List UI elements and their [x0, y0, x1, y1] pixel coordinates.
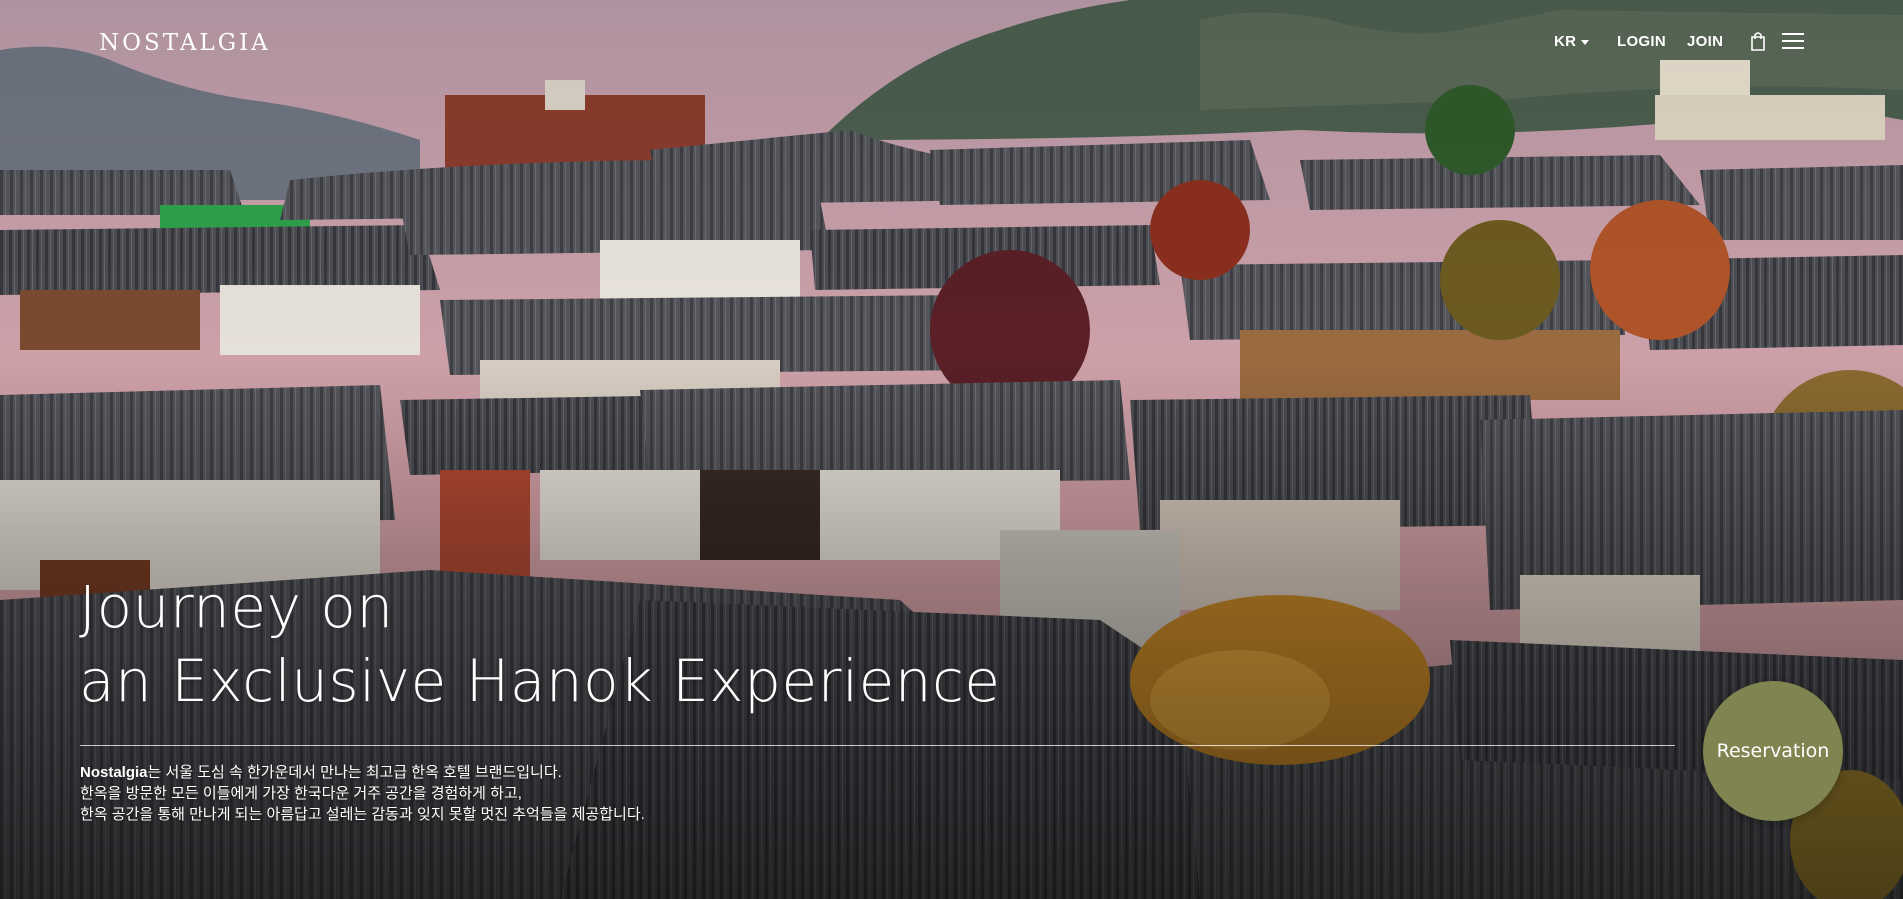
hero-headline: Journey on an Exclusive Hanok Experience: [79, 570, 1001, 718]
hero-divider: [80, 745, 1675, 746]
language-selector[interactable]: KR: [1554, 33, 1590, 50]
desc-line-3: 한옥 공간을 통해 만나게 되는 아름답고 설레는 감동과 잊지 못할 멋진 추…: [80, 806, 645, 823]
caret-down-icon: [1581, 39, 1590, 45]
shopping-bag-icon[interactable]: [1750, 31, 1766, 51]
join-link[interactable]: JOIN: [1687, 33, 1723, 50]
headline-line-2: an Exclusive Hanok Experience: [79, 647, 1001, 715]
desc-line-1: Nostalgia는 서울 도심 속 한가운데서 만나는 최고급 한옥 호텔 브…: [80, 762, 645, 783]
desc-line-1-text: 는 서울 도심 속 한가운데서 만나는 최고급 한옥 호텔 브랜드입니다.: [147, 764, 562, 781]
desc-line-2: 한옥을 방문한 모든 이들에게 가장 한국다운 거주 공간을 경험하게 하고,: [80, 785, 522, 802]
site-logo[interactable]: NOSTALGIA: [99, 30, 271, 56]
login-link[interactable]: LOGIN: [1617, 33, 1666, 50]
headline-line-1: Journey on: [79, 573, 394, 641]
site-header: NOSTALGIA KR LOGIN JOIN: [0, 0, 1903, 86]
reservation-button[interactable]: Reservation: [1703, 681, 1843, 821]
hero-description: Nostalgia는 서울 도심 속 한가운데서 만나는 최고급 한옥 호텔 브…: [80, 762, 645, 825]
language-label: KR: [1554, 33, 1577, 50]
brand-name: Nostalgia: [80, 764, 148, 781]
hamburger-menu-icon[interactable]: [1782, 32, 1804, 50]
